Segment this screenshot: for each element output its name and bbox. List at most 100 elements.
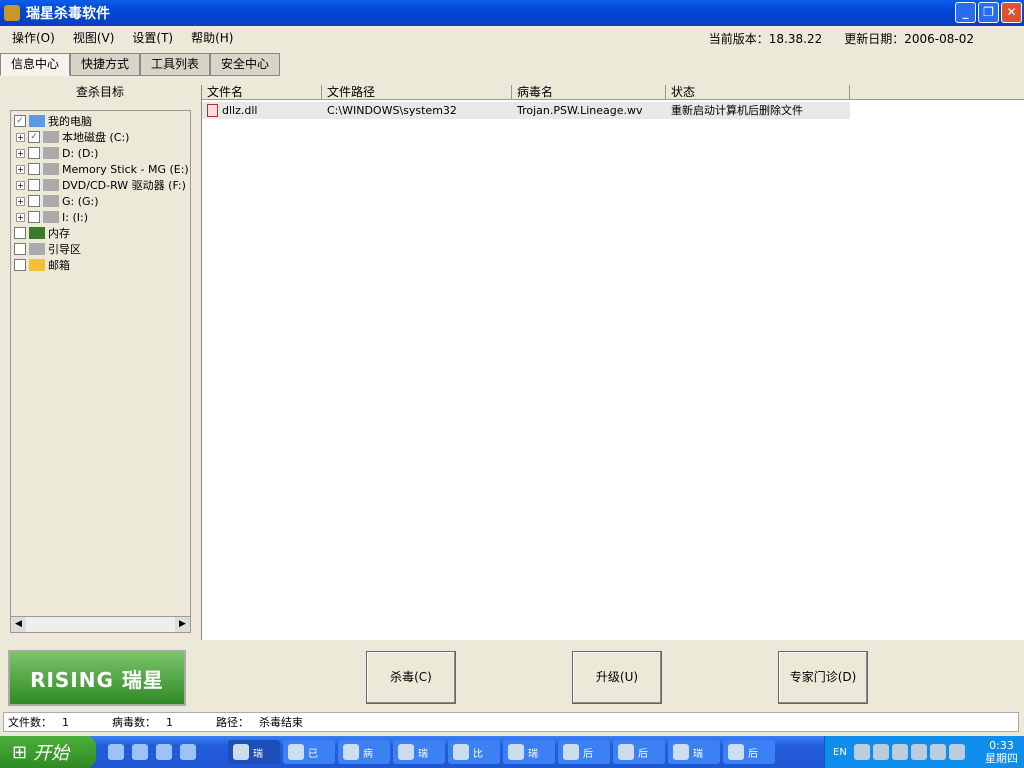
menu-settings[interactable]: 设置(T) (132, 29, 173, 46)
menu-operate[interactable]: 操作(O) (12, 29, 55, 46)
tree-item-label: 引导区 (48, 243, 81, 256)
tree-item-label: D: (D:) (62, 146, 99, 160)
table-row[interactable]: dllz.dll C:\WINDOWS\system32 Trojan.PSW.… (202, 102, 850, 119)
checkbox[interactable] (28, 163, 40, 175)
rising-logo-icon (4, 5, 20, 21)
quick-launch-icon[interactable] (180, 744, 196, 760)
expand-icon[interactable]: + (16, 212, 25, 222)
quick-launch-icon[interactable] (156, 744, 172, 760)
tab-tools[interactable]: 工具列表 (140, 53, 211, 76)
tree-item[interactable]: + ✓ 本地磁盘 (C:) (11, 129, 190, 145)
virus-label: 病毒数： (112, 716, 156, 729)
kill-virus-button[interactable]: 杀毒(C) (366, 651, 456, 704)
taskbar: ⊞ 开始 瑞 已 病 瑞 比 瑞 后 后 瑞 后 EN 0:33 星期四 (0, 736, 1024, 768)
taskbar-button[interactable]: 瑞 (668, 740, 720, 764)
taskbar-button-label: 瑞 (253, 748, 263, 760)
taskbar-button-label: 比 (473, 748, 483, 760)
taskbar-button[interactable]: 病 (338, 740, 390, 764)
taskbar-button-label: 瑞 (418, 748, 428, 760)
horizontal-scrollbar[interactable]: ◀ ▶ (10, 616, 191, 633)
drive-icon (43, 179, 59, 191)
taskbar-button[interactable]: 瑞 (228, 740, 280, 764)
taskbar-button[interactable]: 后 (723, 740, 775, 764)
tray-icon[interactable] (853, 744, 870, 760)
column-filepath[interactable]: 文件路径 (322, 85, 512, 99)
close-button[interactable]: ✕ (1001, 2, 1022, 23)
app-icon (453, 744, 469, 760)
expand-icon[interactable]: + (16, 132, 25, 142)
start-button[interactable]: ⊞ 开始 (0, 736, 96, 768)
taskbar-button[interactable]: 瑞 (393, 740, 445, 764)
taskbar-button-label: 瑞 (693, 748, 703, 760)
language-indicator[interactable]: EN (833, 747, 847, 758)
column-virus-name[interactable]: 病毒名 (512, 85, 666, 99)
expand-icon[interactable]: + (16, 164, 25, 174)
tree-item[interactable]: 内存 (11, 225, 190, 241)
quick-launch (108, 744, 228, 760)
taskbar-button[interactable]: 后 (613, 740, 665, 764)
scroll-right-icon[interactable]: ▶ (175, 617, 190, 632)
path-label: 路径： (216, 716, 249, 729)
tree-item-label: DVD/CD-RW 驱动器 (F:) (62, 179, 186, 192)
menu-help[interactable]: 帮助(H) (191, 29, 233, 46)
column-status[interactable]: 状态 (666, 85, 850, 99)
ie-icon[interactable] (132, 744, 148, 760)
maximize-button[interactable]: ❐ (978, 2, 999, 23)
tree-item[interactable]: + Memory Stick - MG (E:) (11, 161, 190, 177)
taskbar-button[interactable]: 后 (558, 740, 610, 764)
taskbar-button[interactable]: 瑞 (503, 740, 555, 764)
cell-virus-name: Trojan.PSW.Lineage.wv (517, 104, 643, 117)
tree-item-label: G: (G:) (62, 194, 99, 208)
path-value: 杀毒结束 (259, 716, 303, 729)
expand-icon[interactable]: + (16, 180, 25, 190)
checkbox[interactable]: ✓ (14, 115, 26, 127)
tree-item[interactable]: + D: (D:) (11, 145, 190, 161)
files-count: 1 (62, 715, 69, 729)
tray-icon[interactable] (910, 744, 927, 760)
checkbox[interactable] (28, 147, 40, 159)
tray-icon[interactable] (948, 744, 965, 760)
taskbar-button-label: 已 (308, 748, 318, 760)
minimize-button[interactable]: _ (955, 2, 976, 23)
checkbox[interactable] (28, 195, 40, 207)
start-label: 开始 (33, 743, 70, 764)
expert-clinic-button[interactable]: 专家门诊(D) (778, 651, 868, 704)
app-icon (398, 744, 414, 760)
scan-target-header: 查杀目标 (75, 85, 124, 99)
tree-item[interactable]: ✓ 我的电脑 (11, 113, 190, 129)
taskbar-button-label: 病 (363, 748, 373, 760)
tree-item[interactable]: + G: (G:) (11, 193, 190, 209)
taskbar-button[interactable]: 比 (448, 740, 500, 764)
drive-icon (29, 243, 45, 255)
tab-info-center[interactable]: 信息中心 (0, 53, 71, 76)
upgrade-button[interactable]: 升级(U) (572, 651, 662, 704)
tree-item[interactable]: + DVD/CD-RW 驱动器 (F:) (11, 177, 190, 193)
checkbox[interactable]: ✓ (28, 131, 40, 143)
tray-icon[interactable] (872, 744, 889, 760)
scroll-left-icon[interactable]: ◀ (11, 617, 26, 632)
tray-icon[interactable] (929, 744, 946, 760)
tab-shortcuts[interactable]: 快捷方式 (70, 53, 141, 76)
taskbar-button[interactable]: 已 (283, 740, 335, 764)
computer-icon (29, 115, 45, 127)
expand-icon[interactable]: + (16, 148, 25, 158)
tree-item[interactable]: 引导区 (11, 241, 190, 257)
tree-item-label: 内存 (48, 227, 70, 240)
checkbox[interactable] (28, 179, 40, 191)
tray-icon[interactable] (891, 744, 908, 760)
status-bar: 文件数： 1 病毒数： 1 路径： 杀毒结束 (3, 712, 1019, 732)
tab-security-center[interactable]: 安全中心 (210, 53, 281, 76)
tree-item[interactable]: 邮箱 (11, 257, 190, 273)
checkbox[interactable] (14, 243, 26, 255)
quick-launch-icon[interactable] (108, 744, 124, 760)
clock[interactable]: 0:33 星期四 (985, 739, 1018, 765)
windows-logo-icon: ⊞ (12, 741, 28, 763)
checkbox[interactable] (14, 259, 26, 271)
checkbox[interactable] (28, 211, 40, 223)
menu-view[interactable]: 视图(V) (73, 29, 115, 46)
expand-icon[interactable]: + (16, 196, 25, 206)
tree-item[interactable]: + I: (I:) (11, 209, 190, 225)
checkbox[interactable] (14, 227, 26, 239)
taskbar-button-label: 后 (638, 748, 648, 760)
column-filename[interactable]: 文件名 (202, 85, 322, 99)
